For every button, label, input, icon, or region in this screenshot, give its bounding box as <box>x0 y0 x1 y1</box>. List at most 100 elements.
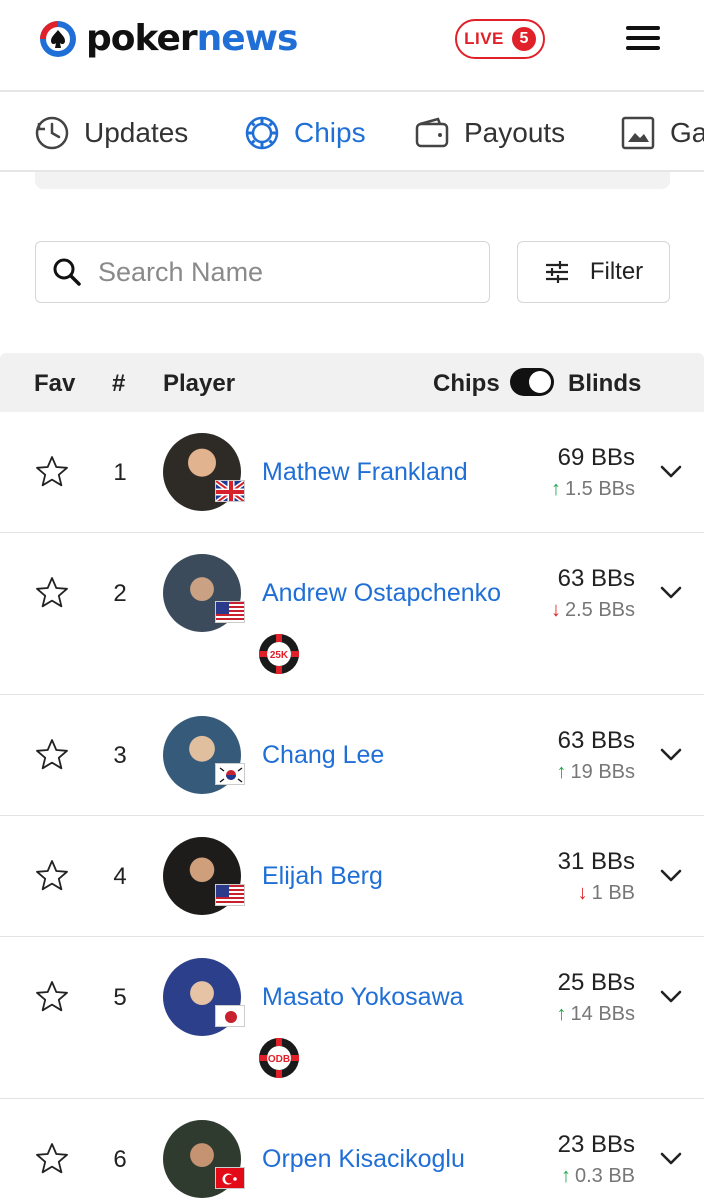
col-rank: # <box>112 370 126 397</box>
chip-icon <box>245 116 279 150</box>
logo-mark-icon <box>40 20 76 57</box>
chips-blinds-toggle[interactable] <box>510 368 554 396</box>
player-rank: 4 <box>113 863 127 890</box>
stack-change-value: 14 BBs <box>570 1003 635 1025</box>
stack-change-value: 1.5 BBs <box>564 478 635 500</box>
player-rank: 1 <box>113 459 127 486</box>
favorite-star-icon[interactable] <box>34 737 70 773</box>
stack-change: ↑ 14 BBs <box>557 1003 635 1026</box>
col-player: Player <box>163 370 236 397</box>
player-name-link[interactable]: Masato Yokosawa <box>262 983 464 1012</box>
player-rank: 3 <box>113 742 127 769</box>
collapsed-panel-edge <box>35 172 670 189</box>
stack-change-value: 1 BB <box>591 882 635 904</box>
tab-payouts-label: Payouts <box>464 117 566 148</box>
player-stack: 23 BBs <box>557 1131 635 1158</box>
favorite-star-icon[interactable] <box>34 1141 70 1177</box>
filter-button[interactable]: Filter <box>517 241 670 303</box>
player-name-link[interactable]: Andrew Ostapchenko <box>262 579 501 608</box>
stack-change-value: 2.5 BBs <box>564 599 635 621</box>
top-header: pokernews LIVE 5 <box>0 0 704 92</box>
arrow-down-icon: ↓ <box>577 882 588 904</box>
tab-chips-label: Chips <box>294 117 366 148</box>
event-badge-icon: 25K <box>258 633 300 675</box>
player-rank: 2 <box>113 580 127 607</box>
player-name-link[interactable]: Orpen Kisacikoglu <box>262 1145 465 1174</box>
tab-updates[interactable]: Updates <box>34 94 189 170</box>
tab-updates-label: Updates <box>84 117 189 148</box>
live-count-badge: 5 <box>511 27 536 51</box>
player-stack: 63 BBs <box>557 727 635 754</box>
player-row[interactable]: 5 Masato Yokosawa 25 BBs ↑ 14 BBs ODB <box>0 937 704 1099</box>
wallet-icon <box>415 117 449 148</box>
player-stack: 69 BBs <box>557 444 635 471</box>
stack-change: ↑ 19 BBs <box>557 761 635 784</box>
tab-bar: Updates Chips Payouts Gallery <box>0 94 704 172</box>
filter-label: Filter <box>589 258 644 285</box>
svg-text:25K: 25K <box>270 650 289 661</box>
player-row[interactable]: 4 Elijah Berg 31 BBs ↓ 1 BB <box>0 816 704 937</box>
sliders-icon <box>545 261 568 283</box>
player-row[interactable]: 2 Andrew Ostapchenko 63 BBs ↓ 2.5 BBs 25K <box>0 533 704 695</box>
player-rank: 5 <box>113 984 127 1011</box>
flag-kr-icon <box>215 763 245 785</box>
tab-payouts[interactable]: Payouts <box>414 94 566 170</box>
search-input[interactable] <box>98 256 458 288</box>
player-name-link[interactable]: Mathew Frankland <box>262 458 468 487</box>
expand-chevron-icon[interactable] <box>660 869 682 883</box>
player-rank: 6 <box>113 1146 127 1173</box>
player-row[interactable]: 6 Orpen Kisacikoglu 23 BBs ↑ 0.3 BB <box>0 1099 704 1200</box>
favorite-star-icon[interactable] <box>34 979 70 1015</box>
search-box[interactable] <box>35 241 490 303</box>
image-icon <box>621 116 655 150</box>
flag-jp-icon <box>215 1005 245 1027</box>
pokernews-logo[interactable]: pokernews <box>38 18 298 59</box>
favorite-star-icon[interactable] <box>34 858 70 894</box>
stack-change-value: 0.3 BB <box>574 1165 635 1187</box>
player-row[interactable]: 3 Chang Lee 63 BBs ↑ 19 BBs <box>0 695 704 816</box>
player-stack: 25 BBs <box>557 969 635 996</box>
expand-chevron-icon[interactable] <box>660 990 682 1004</box>
player-stack: 63 BBs <box>557 565 635 592</box>
expand-chevron-icon[interactable] <box>660 748 682 762</box>
arrow-up-icon: ↑ <box>556 761 567 783</box>
event-badge-icon: ODB <box>258 1037 300 1079</box>
flag-us-icon <box>215 884 245 906</box>
favorite-star-icon[interactable] <box>34 454 70 490</box>
arrow-up-icon: ↑ <box>560 1165 571 1187</box>
player-stack: 31 BBs <box>557 848 635 875</box>
stack-change: ↑ 1.5 BBs <box>551 478 635 501</box>
expand-chevron-icon[interactable] <box>660 586 682 600</box>
arrow-up-icon: ↑ <box>556 1003 567 1025</box>
expand-chevron-icon[interactable] <box>660 1152 682 1166</box>
col-chips[interactable]: Chips <box>433 370 500 398</box>
arrow-down-icon: ↓ <box>550 599 561 621</box>
table-header: Fav # Player Chips Blinds <box>0 353 704 412</box>
stack-change-value: 19 BBs <box>570 761 635 783</box>
svg-text:ODB: ODB <box>268 1054 290 1065</box>
col-fav: Fav <box>34 370 76 397</box>
flag-uk-icon <box>215 480 245 502</box>
tab-chips[interactable]: Chips <box>244 94 366 170</box>
stack-change: ↑ 0.3 BB <box>561 1165 635 1188</box>
tab-gallery-label: Gallery <box>670 117 704 148</box>
flag-tr-icon <box>215 1167 245 1189</box>
hamburger-menu-icon[interactable] <box>624 22 664 54</box>
stack-change: ↓ 1 BB <box>578 882 635 905</box>
player-row[interactable]: 1 Mathew Frankland 69 BBs ↑ 1.5 BBs <box>0 412 704 533</box>
stack-change: ↓ 2.5 BBs <box>551 599 635 622</box>
expand-chevron-icon[interactable] <box>660 465 682 479</box>
logo-text: pokernews <box>86 18 298 59</box>
search-icon <box>53 258 81 286</box>
col-blinds[interactable]: Blinds <box>568 370 641 398</box>
tab-gallery[interactable]: Gallery <box>620 94 704 170</box>
player-name-link[interactable]: Chang Lee <box>262 741 384 770</box>
toggle-knob <box>529 371 551 393</box>
favorite-star-icon[interactable] <box>34 575 70 611</box>
player-name-link[interactable]: Elijah Berg <box>262 862 383 891</box>
live-button[interactable]: LIVE 5 <box>455 19 545 59</box>
clock-icon <box>35 116 69 150</box>
live-label: LIVE <box>464 29 504 48</box>
flag-us-icon <box>215 601 245 623</box>
arrow-up-icon: ↑ <box>550 478 561 500</box>
